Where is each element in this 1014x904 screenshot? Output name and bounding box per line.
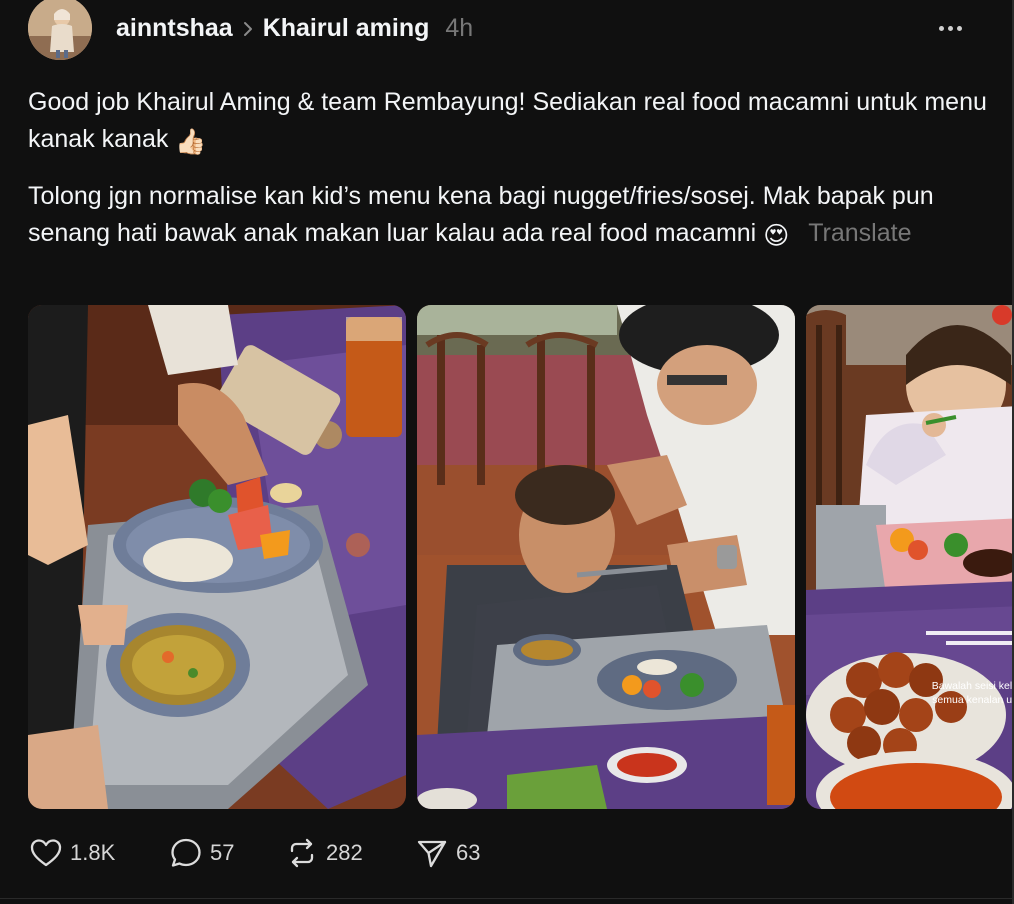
more-dot xyxy=(947,25,953,31)
more-dot xyxy=(956,25,962,31)
translate-link[interactable]: Translate xyxy=(808,219,911,247)
reply-count: 57 xyxy=(210,840,235,865)
thumbs-up-emoji: 👍🏻 xyxy=(175,128,207,156)
more-horizontal-icon xyxy=(938,25,944,31)
repost-button[interactable]: 282 xyxy=(284,835,414,871)
post-photo-3[interactable]: Bawalah seisi keluarga, semua kenalan un… xyxy=(806,305,1014,809)
threads-post: ainntshaa Khairul aming 4h Good job Khai… xyxy=(0,0,1014,904)
author-username[interactable]: ainntshaa xyxy=(116,14,233,43)
speech-bubble-icon xyxy=(171,838,201,867)
more-options-button[interactable] xyxy=(936,14,964,42)
community-name[interactable]: Khairul aming xyxy=(263,14,430,43)
share-count: 63 xyxy=(456,840,481,865)
post-paragraph-2: Tolong jgn normalise kan kid’s menu kena… xyxy=(28,178,988,255)
post-header: ainntshaa Khairul aming 4h xyxy=(116,10,473,46)
repost-arrows-icon xyxy=(290,838,314,868)
photo-caption-line-1: Bawalah seisi keluarga, xyxy=(932,680,1014,692)
paper-plane-icon xyxy=(417,840,447,868)
repost-count: 282 xyxy=(326,840,363,865)
post-paragraph-1: Good job Khairul Aming & team Rembayung!… xyxy=(28,84,988,161)
post-divider xyxy=(0,898,1014,899)
heart-eyes-emoji: 😍 xyxy=(763,222,790,250)
post-actions-bar: 1.8K 57 282 63 xyxy=(28,832,514,874)
author-avatar[interactable] xyxy=(28,0,92,60)
chevron-right-icon xyxy=(233,15,263,41)
post-paragraph-1-text: Good job Khairul Aming & team Rembayung!… xyxy=(28,88,987,153)
share-button[interactable]: 63 xyxy=(414,835,514,871)
like-button[interactable]: 1.8K xyxy=(28,835,168,871)
post-timestamp: 4h xyxy=(445,13,474,42)
heart-icon xyxy=(30,839,62,867)
photo-caption-line-2: semua kenalan untuk xyxy=(932,694,1014,706)
post-photo-1[interactable] xyxy=(28,305,406,809)
reply-button[interactable]: 57 xyxy=(168,835,284,871)
image-carousel[interactable]: Bawalah seisi keluarga, semua kenalan un… xyxy=(28,305,1014,809)
post-photo-2[interactable] xyxy=(417,305,795,809)
post-paragraph-2-text: Tolong jgn normalise kan kid’s menu kena… xyxy=(28,182,934,247)
like-count: 1.8K xyxy=(70,840,116,865)
